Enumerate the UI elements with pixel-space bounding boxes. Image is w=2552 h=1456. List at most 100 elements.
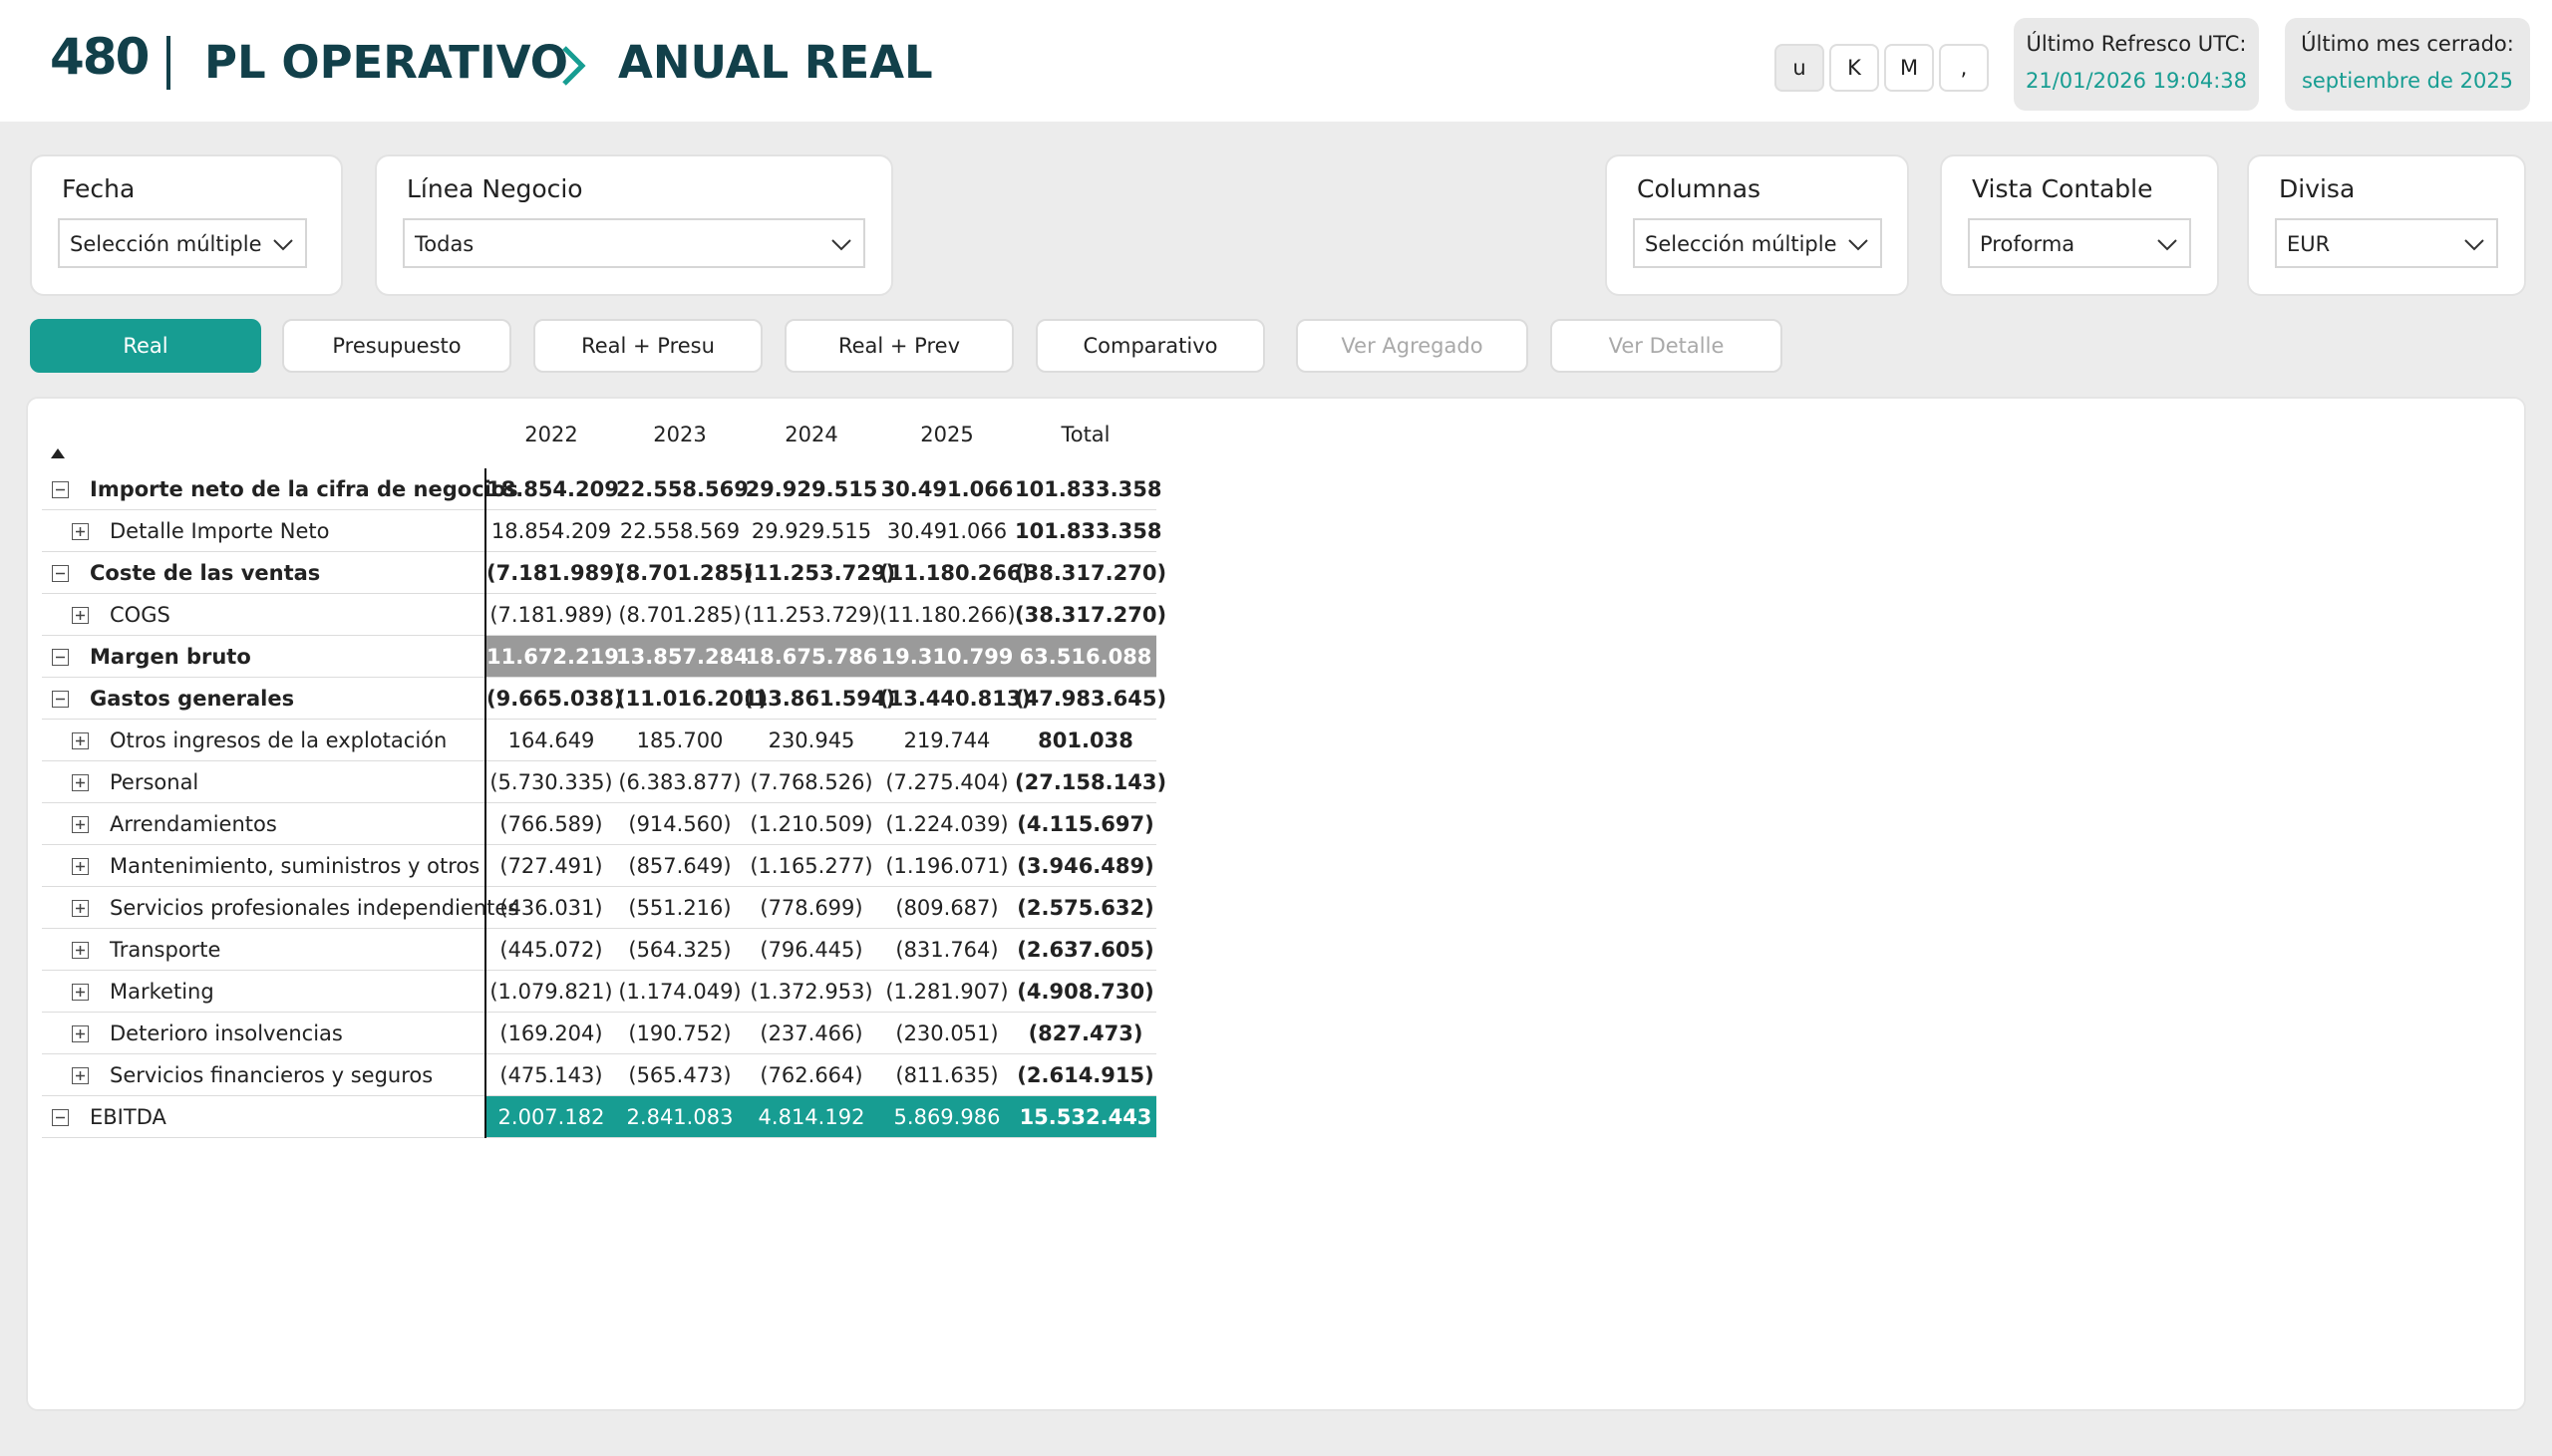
cell-value: (7.275.404) [885,770,1009,794]
expand-icon[interactable] [72,607,89,624]
filter-divisa-label: Divisa [2279,174,2356,203]
row-label: Servicios financieros y seguros [110,1063,434,1087]
row-label: Personal [110,770,199,794]
cell-value: 185.700 [636,728,724,752]
filter-divisa-dropdown[interactable]: EUR [2275,218,2498,268]
expand-icon[interactable] [72,816,89,833]
row-label: Marketing [110,980,214,1004]
cell-value: 164.649 [507,728,595,752]
refresh-info-box: Último Refresco UTC: 21/01/2026 19:04:38 [2014,18,2259,111]
cell-value: (13.861.594) [744,687,896,711]
column-header-2024[interactable]: 2024 [744,423,879,452]
view-button-ver-agregado[interactable]: Ver Agregado [1296,319,1528,373]
row-label: Gastos generales [90,687,295,711]
refresh-value: 21/01/2026 19:04:38 [2025,69,2248,93]
column-header-total[interactable]: Total [1015,423,1156,452]
column-header-2023[interactable]: 2023 [616,423,744,452]
cell-value: (436.031) [499,896,603,920]
sort-ascending-icon[interactable] [50,444,66,463]
row-label: Margen bruto [90,645,251,669]
view-button-real-prev[interactable]: Real + Prev [785,319,1014,373]
page-title: PL OPERATIVO [204,36,569,89]
chevron-down-icon [2462,232,2486,260]
cell-value: (766.589) [499,812,603,836]
chevron-down-icon [271,232,295,260]
cell-value: (6.383.877) [618,770,742,794]
cell-value: (727.491) [499,854,603,878]
expand-icon[interactable] [72,523,89,540]
unit-button-thousands[interactable]: K [1829,44,1879,92]
row-header-divider [484,468,486,1138]
cell-value: (11.016.201) [616,687,769,711]
filter-linea-dropdown[interactable]: Todas [403,218,865,268]
expand-icon[interactable] [72,900,89,917]
cell-value: (1.224.039) [885,812,1009,836]
table-row: Mantenimiento, suministros y otros (727.4… [42,845,1156,887]
column-header-2022[interactable]: 2022 [486,423,616,452]
cell-value: 29.929.515 [751,519,872,543]
row-label: Coste de las ventas [90,561,321,585]
table-row: Coste de las ventas (7.181.989) (8.701.285… [42,552,1166,594]
cell-value: (445.072) [499,938,603,962]
collapse-icon[interactable] [52,481,69,498]
cell-value: (809.687) [895,896,999,920]
view-button-presupuesto[interactable]: Presupuesto [282,319,511,373]
cell-value: (811.635) [895,1063,999,1087]
cell-value: (13.440.813) [879,687,1032,711]
cell-total: 101.833.358 [1015,519,1162,543]
expand-icon[interactable] [72,732,89,749]
row-label: Detalle Importe Neto [110,519,330,543]
cell-value: 4.814.192 [758,1105,865,1129]
row-label: COGS [110,603,170,627]
logo: 480 [50,28,150,86]
expand-icon[interactable] [72,858,89,875]
row-label: Arrendamientos [110,812,277,836]
collapse-icon[interactable] [52,1109,69,1126]
table-row: Marketing (1.079.821) (1.174.049) (1.372.95… [42,971,1156,1013]
cell-value: (762.664) [760,1063,863,1087]
collapse-icon[interactable] [52,649,69,666]
row-label: Importe neto de la cifra de negocios [90,477,518,501]
view-button-real-presu[interactable]: Real + Presu [533,319,763,373]
row-label: EBITDA [90,1105,166,1129]
cell-total: (827.473) [1028,1021,1143,1045]
table-row: Importe neto de la cifra de negocios 18.8… [42,468,1161,510]
cell-value: (11.180.266) [879,603,1016,627]
cell-value: (230.051) [895,1021,999,1045]
filter-columnas-value: Selección múltiple [1645,232,1837,256]
collapse-icon[interactable] [52,565,69,582]
cell-value: (1.174.049) [618,980,742,1004]
cell-value: (778.699) [760,896,863,920]
cell-value: 30.491.066 [886,519,1008,543]
unit-button-units[interactable]: u [1774,44,1824,92]
filter-vista-dropdown[interactable]: Proforma [1968,218,2191,268]
expand-icon[interactable] [72,1025,89,1042]
cell-value: (7.768.526) [750,770,873,794]
cell-value: 18.854.209 [486,477,619,501]
cell-value: (1.079.821) [489,980,613,1004]
column-header-2025[interactable]: 2025 [879,423,1015,452]
filter-fecha: Fecha Selección múltiple [30,154,343,296]
filter-fecha-dropdown[interactable]: Selección múltiple [58,218,307,268]
expand-icon[interactable] [72,942,89,959]
expand-icon[interactable] [72,774,89,791]
filter-columnas-dropdown[interactable]: Selección múltiple [1633,218,1882,268]
cell-total: (27.158.143) [1015,770,1167,794]
cell-total: (3.946.489) [1017,854,1154,878]
filter-columnas: Columnas Selección múltiple [1605,154,1909,296]
expand-icon[interactable] [72,984,89,1001]
view-button-comparativo[interactable]: Comparativo [1036,319,1265,373]
cell-total: (2.575.632) [1017,896,1154,920]
unit-button-decimal[interactable]: , [1939,44,1989,92]
closed-month-info-box: Último mes cerrado: septiembre de 2025 [2285,18,2530,111]
filter-columnas-label: Columnas [1637,174,1761,203]
cell-value: 19.310.799 [880,645,1014,669]
cell-value: 18.675.786 [745,645,878,669]
view-button-ver-detalle[interactable]: Ver Detalle [1550,319,1782,373]
table-row: Deterioro insolvencias (169.204) (190.752)… [42,1013,1156,1054]
expand-icon[interactable] [72,1067,89,1084]
collapse-icon[interactable] [52,691,69,708]
unit-button-millions[interactable]: M [1884,44,1934,92]
cell-total: (47.983.645) [1015,687,1167,711]
view-button-real[interactable]: Real [30,319,261,373]
